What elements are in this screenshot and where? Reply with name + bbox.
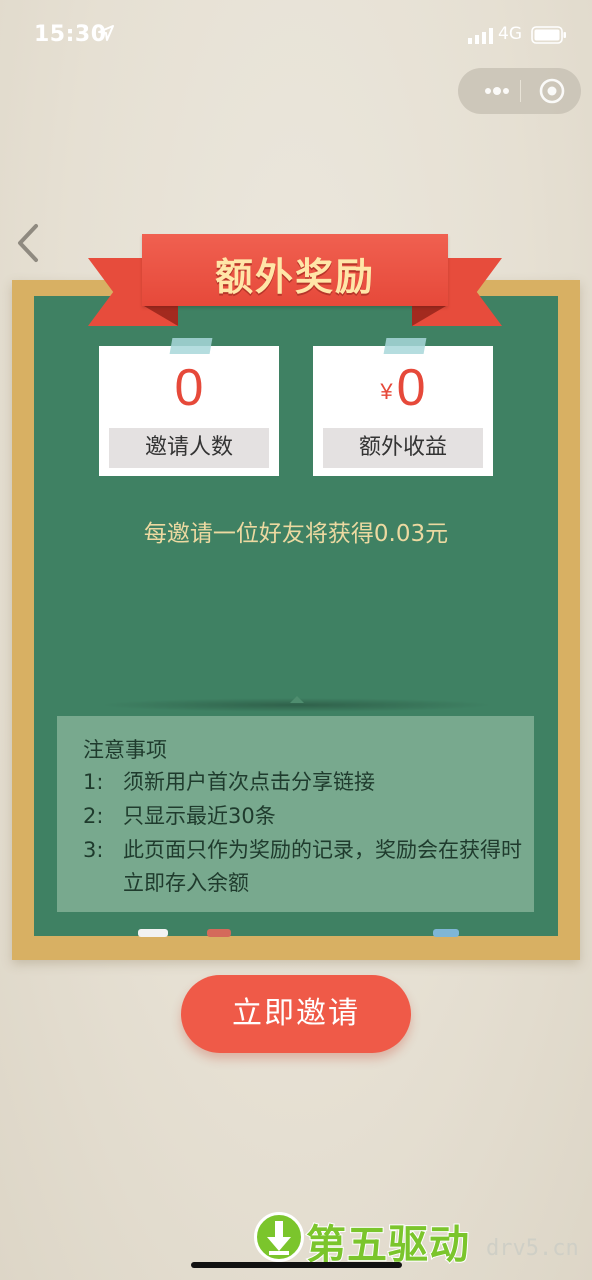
more-options-icon[interactable] bbox=[482, 81, 512, 101]
note-item: 2: 只显示最近30条 bbox=[83, 800, 528, 833]
note-item: 3: 此页面只作为奖励的记录，奖励会在获得时立即存入余额 bbox=[83, 834, 528, 900]
notes-title: 注意事项 bbox=[83, 738, 167, 762]
board-divider-notch bbox=[290, 696, 304, 703]
note-item: 1: 须新用户首次点击分享链接 bbox=[83, 766, 528, 799]
chalk-piece-red bbox=[207, 929, 231, 937]
watermark-logo bbox=[254, 1212, 304, 1262]
page-title: 额外奖励 bbox=[214, 255, 375, 299]
tape-decoration bbox=[169, 338, 213, 354]
back-chevron-icon[interactable] bbox=[14, 222, 42, 264]
status-time: 15:30 bbox=[34, 22, 107, 47]
home-indicator[interactable] bbox=[191, 1262, 402, 1268]
location-arrow-icon bbox=[98, 25, 114, 41]
currency-symbol: ¥ bbox=[380, 379, 393, 404]
invite-count-value: 0 bbox=[174, 359, 204, 417]
note-text: 只显示最近30条 bbox=[123, 804, 276, 828]
invite-count-label: 邀请人数 bbox=[109, 428, 269, 468]
note-text: 须新用户首次点击分享链接 bbox=[123, 770, 375, 794]
network-type: 4G bbox=[498, 24, 522, 44]
notes-panel: 注意事项 1: 须新用户首次点击分享链接 2: 只显示最近30条 3: 此页面只作为奖… bbox=[57, 716, 534, 912]
download-arrow-icon bbox=[267, 1221, 291, 1255]
note-text: 此页面只作为奖励的记录，奖励会在获得时立即存入余额 bbox=[123, 838, 522, 895]
invite-now-button[interactable]: 立即邀请 bbox=[181, 975, 411, 1053]
cellular-signal-icon bbox=[468, 28, 493, 44]
note-number: 3: bbox=[83, 838, 104, 862]
extra-earnings-value-wrap: ¥0 bbox=[313, 358, 493, 418]
tape-decoration bbox=[383, 338, 427, 354]
invite-count-card: 0 邀请人数 bbox=[99, 338, 279, 476]
chalk-piece-white bbox=[138, 929, 168, 937]
note-number: 1: bbox=[83, 770, 104, 794]
watermark-url: drv5.cn bbox=[486, 1236, 579, 1261]
extra-earnings-card: ¥0 额外收益 bbox=[313, 338, 493, 476]
status-bar: 15:30 4G bbox=[0, 0, 592, 72]
banner-ribbon: 额外奖励 bbox=[88, 232, 502, 332]
note-number: 2: bbox=[83, 804, 104, 828]
extra-earnings-label: 额外收益 bbox=[323, 428, 483, 468]
extra-earnings-value: 0 bbox=[396, 359, 426, 417]
miniprogram-capsule bbox=[458, 68, 581, 114]
chalk-piece-blue bbox=[433, 929, 459, 937]
ribbon-center: 额外奖励 bbox=[142, 234, 448, 306]
close-miniprogram-icon[interactable] bbox=[538, 77, 566, 105]
battery-icon bbox=[531, 26, 566, 44]
reward-rule-text: 每邀请一位好友将获得0.03元 bbox=[143, 521, 449, 547]
ribbon-fold-left bbox=[144, 306, 178, 326]
capsule-divider bbox=[520, 80, 521, 102]
ribbon-fold-right bbox=[412, 306, 446, 326]
